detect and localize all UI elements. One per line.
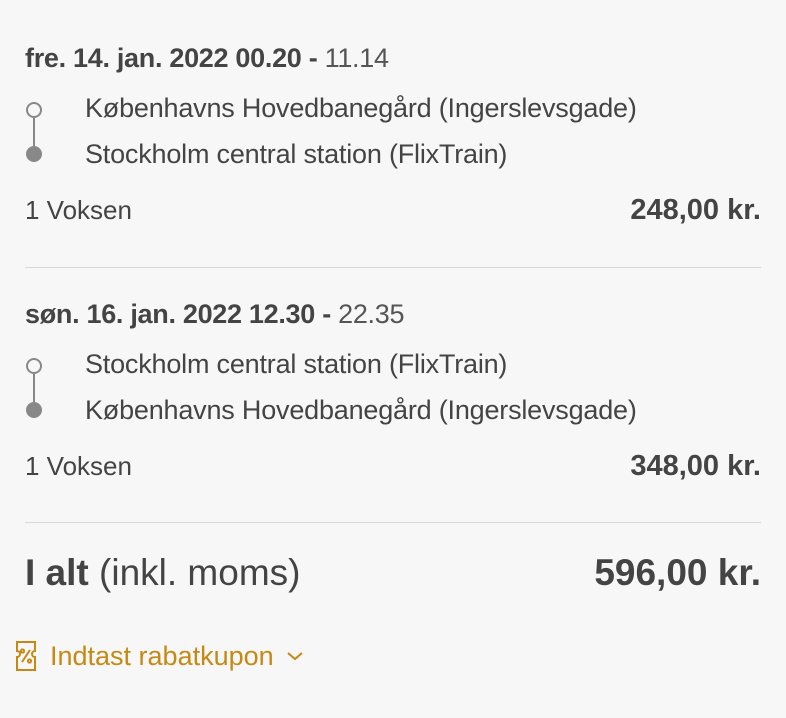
destination-dot-icon	[26, 146, 42, 162]
total-vat-note: (inkl. moms)	[99, 551, 301, 593]
route-line	[33, 373, 35, 403]
route-line	[33, 117, 35, 147]
route-stops: Københavns Hovedbanegård (Ingerslevsgade…	[25, 84, 761, 184]
arrival-time: 11.14	[324, 43, 389, 73]
origin-station: Københavns Hovedbanegård (Ingerslevsgade…	[85, 93, 637, 123]
time-separator: -	[301, 43, 325, 73]
trip-time-header: fre. 14. jan. 2022 00.20 - 11.14	[25, 40, 761, 76]
route-stops: Stockholm central station (FlixTrain) Kø…	[25, 340, 761, 440]
departure-datetime: søn. 16. jan. 2022 12.30	[25, 299, 315, 329]
total-price: 596,00 kr.	[594, 551, 761, 593]
arrival-time: 22.35	[338, 299, 405, 329]
destination-dot-icon	[26, 402, 42, 418]
origin-station: Stockholm central station (FlixTrain)	[85, 349, 508, 379]
booking-summary: fre. 14. jan. 2022 00.20 - 11.14 Københa…	[25, 0, 761, 593]
origin-dot-icon	[26, 358, 42, 374]
passenger-count: 1 Voksen	[25, 194, 132, 225]
fare-row: 1 Voksen 348,00 kr.	[25, 446, 761, 486]
total-row: I alt (inkl. moms) 596,00 kr.	[25, 522, 761, 622]
chevron-down-icon	[286, 650, 304, 662]
trip-price: 348,00 kr.	[630, 449, 761, 482]
total-label: I alt (inkl. moms)	[25, 552, 300, 594]
passenger-count: 1 Voksen	[25, 450, 132, 481]
coupon-label: Indtast rabatkupon	[50, 640, 274, 671]
destination-station: Stockholm central station (FlixTrain)	[85, 139, 508, 169]
trip-price: 248,00 kr.	[630, 193, 761, 226]
departure-datetime: fre. 14. jan. 2022 00.20	[25, 43, 302, 73]
coupon-icon	[14, 640, 38, 672]
trip-time-header: søn. 16. jan. 2022 12.30 - 22.35	[25, 296, 761, 332]
destination-station: Københavns Hovedbanegård (Ingerslevsgade…	[85, 395, 637, 425]
time-separator: -	[315, 299, 339, 329]
fare-row: 1 Voksen 248,00 kr.	[25, 190, 761, 230]
discount-coupon-toggle[interactable]: Indtast rabatkupon	[14, 640, 304, 672]
total-title: I alt	[25, 551, 89, 593]
trip-outbound: fre. 14. jan. 2022 00.20 - 11.14 Københa…	[25, 0, 761, 268]
origin-dot-icon	[26, 102, 42, 118]
trip-return: søn. 16. jan. 2022 12.30 - 22.35 Stockho…	[25, 296, 761, 486]
